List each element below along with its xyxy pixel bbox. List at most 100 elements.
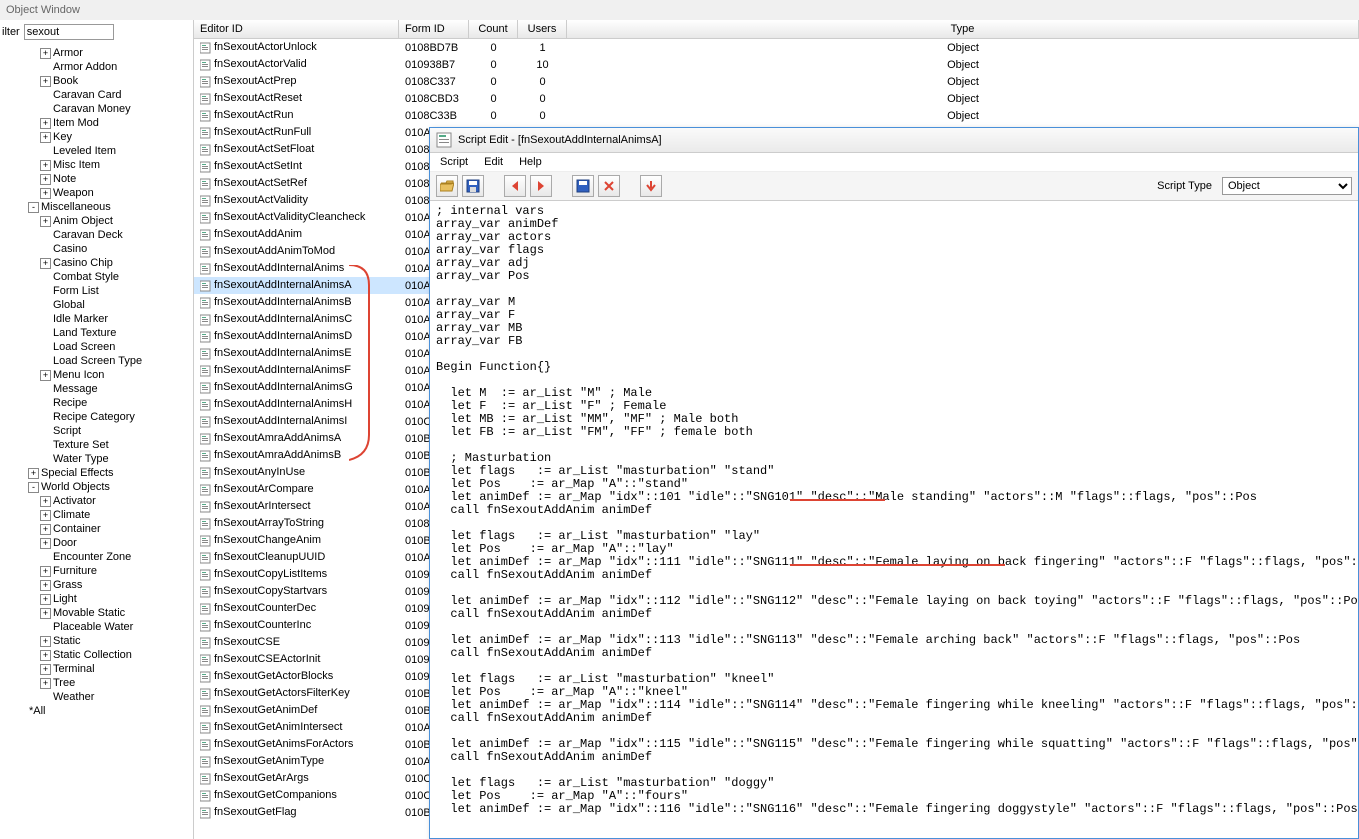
tree-item[interactable]: +Book [0,74,193,88]
tree-item[interactable]: Message [0,382,193,396]
script-editor[interactable]: ; internal vars array_var animDef array_… [430,201,1358,838]
tree-item[interactable]: Caravan Card [0,88,193,102]
compile-save-icon[interactable] [572,175,594,197]
category-tree[interactable]: +ArmorArmor Addon+BookCaravan CardCarava… [0,44,193,839]
tree-item[interactable]: Recipe Category [0,410,193,424]
col-count[interactable]: Count [469,20,518,38]
expander-icon[interactable]: + [40,538,51,549]
list-row[interactable]: fnSexoutActorUnlock0108BD7B01Object [194,39,1359,56]
tree-item[interactable]: +Special Effects [0,466,193,480]
tree-item[interactable]: Caravan Deck [0,228,193,242]
filter-input[interactable] [24,24,114,40]
tree-item[interactable]: Form List [0,284,193,298]
tree-item[interactable]: -World Objects [0,480,193,494]
tree-item[interactable]: *All [0,704,193,718]
expander-icon[interactable]: + [40,594,51,605]
tree-item[interactable]: Script [0,424,193,438]
tree-item[interactable]: +Grass [0,578,193,592]
tree-item[interactable]: +Key [0,130,193,144]
expander-icon[interactable]: - [28,482,39,493]
tree-item[interactable]: +Light [0,592,193,606]
tree-label: Caravan Deck [53,229,123,241]
col-type[interactable]: Type [567,20,1359,38]
expander-icon[interactable]: + [40,216,51,227]
tree-item[interactable]: Recipe [0,396,193,410]
expander-icon[interactable]: + [40,678,51,689]
tree-item[interactable]: Casino [0,242,193,256]
tree-item[interactable]: Idle Marker [0,312,193,326]
expander-icon[interactable]: + [40,258,51,269]
expander-icon[interactable]: + [40,510,51,521]
expander-icon[interactable]: + [40,524,51,535]
tree-item[interactable]: Placeable Water [0,620,193,634]
expander-icon[interactable]: + [40,118,51,129]
tree-item[interactable]: Caravan Money [0,102,193,116]
expander-icon[interactable]: + [28,468,39,479]
expander-icon[interactable]: + [40,664,51,675]
expander-icon[interactable]: + [40,370,51,381]
tree-item[interactable]: Load Screen Type [0,354,193,368]
tree-item[interactable]: Encounter Zone [0,550,193,564]
tree-item[interactable]: +Furniture [0,564,193,578]
menu-script[interactable]: Script [440,156,468,168]
tree-item[interactable]: Land Texture [0,326,193,340]
menu-edit[interactable]: Edit [484,156,503,168]
list-row[interactable]: fnSexoutActPrep0108C33700Object [194,73,1359,90]
save-icon[interactable] [462,175,484,197]
tree-item[interactable]: -Miscellaneous [0,200,193,214]
expander-icon[interactable]: + [40,496,51,507]
list-row[interactable]: fnSexoutActorValid010938B7010Object [194,56,1359,73]
tree-item[interactable]: +Tree [0,676,193,690]
expander-icon[interactable]: + [40,636,51,647]
list-row[interactable]: fnSexoutActReset0108CBD300Object [194,90,1359,107]
tree-item[interactable]: Load Screen [0,340,193,354]
expander-icon[interactable]: + [40,566,51,577]
tree-item[interactable]: Combat Style [0,270,193,284]
script-icon [200,212,212,224]
expander-icon[interactable]: + [40,650,51,661]
expander-icon[interactable]: + [40,76,51,87]
tree-item[interactable]: +Static [0,634,193,648]
menu-help[interactable]: Help [519,156,542,168]
tree-item[interactable]: +Door [0,536,193,550]
tree-item[interactable]: +Item Mod [0,116,193,130]
script-type-select[interactable]: Object [1222,177,1352,195]
tree-item[interactable]: Leveled Item [0,144,193,158]
tree-item[interactable]: Texture Set [0,438,193,452]
tree-item[interactable]: Water Type [0,452,193,466]
tree-item[interactable]: +Terminal [0,662,193,676]
expander-icon[interactable]: + [40,188,51,199]
next-arrow-icon[interactable] [530,175,552,197]
col-users[interactable]: Users [518,20,567,38]
expander-icon[interactable]: + [40,174,51,185]
tree-item[interactable]: Weather [0,690,193,704]
tree-item[interactable]: +Activator [0,494,193,508]
tree-item[interactable]: Global [0,298,193,312]
tree-item[interactable]: +Climate [0,508,193,522]
down-arrow-icon[interactable] [640,175,662,197]
expander-icon[interactable]: + [40,580,51,591]
tree-item[interactable]: +Misc Item [0,158,193,172]
expander-icon[interactable]: + [40,160,51,171]
tree-item[interactable]: +Static Collection [0,648,193,662]
script-text[interactable]: ; internal vars array_var animDef array_… [436,205,1352,816]
col-form-id[interactable]: Form ID [399,20,469,38]
tree-item[interactable]: +Note [0,172,193,186]
expander-icon[interactable]: - [28,202,39,213]
tree-item[interactable]: +Container [0,522,193,536]
prev-arrow-icon[interactable] [504,175,526,197]
tree-item[interactable]: +Casino Chip [0,256,193,270]
col-editor-id[interactable]: Editor ID [194,20,399,38]
open-icon[interactable] [436,175,458,197]
tree-item[interactable]: +Anim Object [0,214,193,228]
tree-item[interactable]: Armor Addon [0,60,193,74]
expander-icon[interactable]: + [40,608,51,619]
tree-item[interactable]: +Armor [0,46,193,60]
tree-item[interactable]: +Weapon [0,186,193,200]
list-row[interactable]: fnSexoutActRun0108C33B00Object [194,107,1359,124]
tree-item[interactable]: +Menu Icon [0,368,193,382]
expander-icon[interactable]: + [40,132,51,143]
expander-icon[interactable]: + [40,48,51,59]
delete-icon[interactable] [598,175,620,197]
tree-item[interactable]: +Movable Static [0,606,193,620]
